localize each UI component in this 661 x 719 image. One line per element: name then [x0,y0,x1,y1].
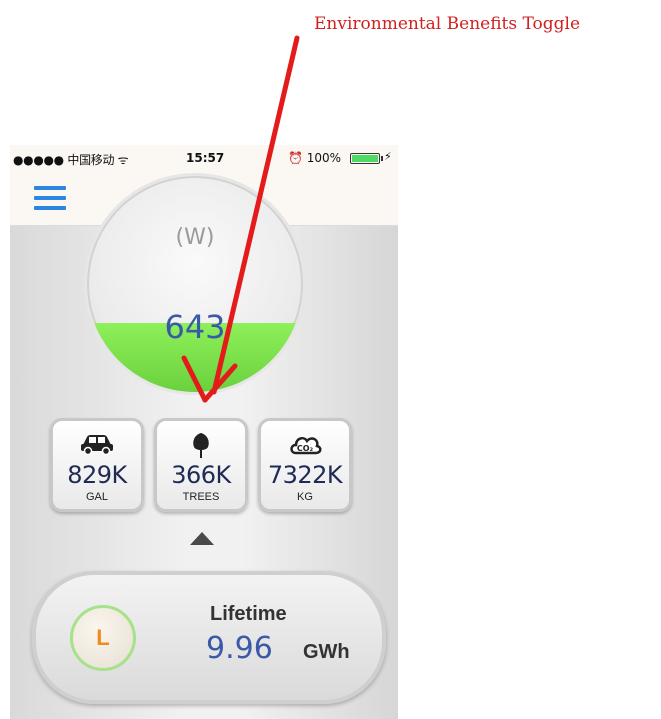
annotation-arrow [181,35,300,403]
